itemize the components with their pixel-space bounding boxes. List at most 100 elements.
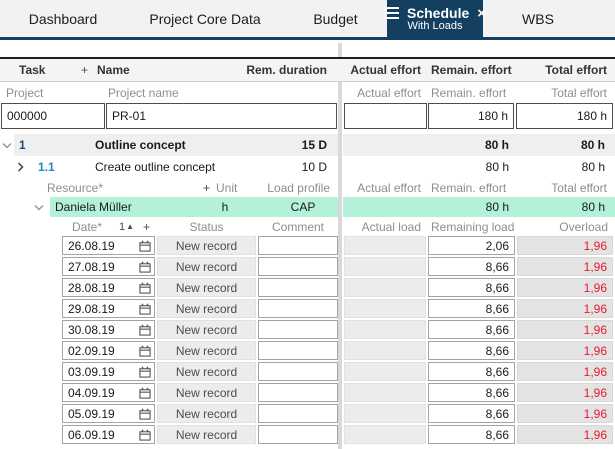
status-cell: New record <box>157 320 256 339</box>
overload-cell: 1,96 <box>517 236 613 255</box>
task-1-1-wbs[interactable]: 1.1 <box>33 156 77 178</box>
remaining-load-field[interactable]: 8,66 <box>428 425 515 444</box>
remaining-load-field[interactable]: 8,66 <box>428 278 515 297</box>
calendar-icon[interactable] <box>139 303 151 315</box>
remaining-load-field[interactable]: 8,66 <box>428 341 515 360</box>
comment-field[interactable] <box>258 362 338 381</box>
col-header-project-name: Project name <box>108 85 179 100</box>
date-field[interactable]: 27.08.19 <box>62 257 155 276</box>
col-header-comment: Comment <box>271 219 324 234</box>
tab-wbs-label: WBS <box>522 10 554 27</box>
task-1-total-effort[interactable]: 80 h <box>516 134 610 156</box>
expand-task-1-1-icon[interactable] <box>17 156 29 178</box>
date-value: 06.09.19 <box>68 427 115 442</box>
overload-cell: 1,96 <box>517 299 613 318</box>
comment-field[interactable] <box>258 299 338 318</box>
project-remain-effort-field[interactable]: 180 h <box>428 103 514 129</box>
date-field[interactable]: 05.09.19 <box>62 404 155 423</box>
task-1-1-remain-effort[interactable]: 80 h <box>428 156 514 178</box>
date-value: 03.09.19 <box>68 364 115 379</box>
col-header-date: Date* <box>72 219 103 234</box>
sort-indicator[interactable]: 1 ▲ <box>119 217 143 236</box>
hamburger-menu-icon[interactable] <box>384 7 399 19</box>
task-1-remain-effort[interactable]: 80 h <box>428 134 514 156</box>
collapse-resource-icon[interactable] <box>34 197 48 217</box>
load-row: 30.08.19 New record 8,66 1,96 <box>0 320 615 339</box>
tab-schedule-active[interactable]: Schedule × With Loads <box>384 0 486 40</box>
project-name-field[interactable]: PR-01 <box>106 103 337 129</box>
task-1-1-total-effort[interactable]: 80 h <box>516 156 610 178</box>
project-id-field[interactable]: 000000 <box>1 103 105 129</box>
date-field[interactable]: 29.08.19 <box>62 299 155 318</box>
col-header-actual-effort-3: Actual effort <box>357 180 421 195</box>
col-header-total-effort[interactable]: Total effort <box>516 59 612 81</box>
actual-load-cell <box>344 278 426 297</box>
calendar-icon[interactable] <box>139 324 151 336</box>
add-load-column-icon[interactable]: + <box>143 217 157 236</box>
col-header-remain-effort[interactable]: Remain. effort <box>426 59 516 81</box>
date-field[interactable]: 28.08.19 <box>62 278 155 297</box>
comment-field[interactable] <box>258 257 338 276</box>
comment-field[interactable] <box>258 383 338 402</box>
calendar-icon[interactable] <box>139 282 151 294</box>
calendar-icon[interactable] <box>139 429 151 441</box>
project-total-effort-field[interactable]: 180 h <box>516 103 613 129</box>
resource-unit[interactable]: h <box>200 197 250 217</box>
status-cell: New record <box>157 341 256 360</box>
resource-remain-effort[interactable]: 80 h <box>428 197 514 217</box>
comment-field[interactable] <box>258 404 338 423</box>
overload-cell: 1,96 <box>517 404 613 423</box>
project-actual-effort-field[interactable] <box>344 103 427 129</box>
status-cell: New record <box>157 257 256 276</box>
tab-wbs[interactable]: WBS <box>483 0 593 37</box>
date-field[interactable]: 04.09.19 <box>62 383 155 402</box>
date-value: 26.08.19 <box>68 238 115 253</box>
comment-field[interactable] <box>258 320 338 339</box>
remaining-load-field[interactable]: 8,66 <box>428 299 515 318</box>
task-1-name[interactable]: Outline concept <box>90 134 230 156</box>
date-field[interactable]: 26.08.19 <box>62 236 155 255</box>
calendar-icon[interactable] <box>139 345 151 357</box>
task-1-1-rem-duration[interactable]: 10 D <box>230 156 332 178</box>
date-field[interactable]: 30.08.19 <box>62 320 155 339</box>
date-value: 27.08.19 <box>68 259 115 274</box>
task-1-wbs[interactable]: 1 <box>14 134 54 156</box>
resource-name[interactable]: Daniela Müller <box>50 197 180 217</box>
col-header-name[interactable]: Name <box>92 59 192 81</box>
resource-load-profile[interactable]: CAP <box>272 197 334 217</box>
task-1-1-name[interactable]: Create outline concept <box>90 156 250 178</box>
resource-total-effort[interactable]: 80 h <box>516 197 610 217</box>
tab-dashboard[interactable]: Dashboard <box>0 0 126 37</box>
add-resource-column-icon[interactable]: + <box>198 178 212 197</box>
calendar-icon[interactable] <box>139 408 151 420</box>
comment-field[interactable] <box>258 278 338 297</box>
remaining-load-field[interactable]: 8,66 <box>428 383 515 402</box>
add-column-icon[interactable]: + <box>76 59 92 81</box>
calendar-icon[interactable] <box>139 261 151 273</box>
status-cell: New record <box>157 383 256 402</box>
remaining-load-field[interactable]: 2,06 <box>428 236 515 255</box>
col-header-actual-effort[interactable]: Actual effort <box>344 59 426 81</box>
calendar-icon[interactable] <box>139 387 151 399</box>
task-header-row: Task + Name Rem. duration Actual effort … <box>0 59 615 81</box>
overload-cell: 1,96 <box>517 278 613 297</box>
tab-dashboard-label: Dashboard <box>28 10 98 27</box>
col-header-task[interactable]: Task <box>14 59 78 81</box>
calendar-icon[interactable] <box>139 366 151 378</box>
remaining-load-field[interactable]: 8,66 <box>428 320 515 339</box>
date-field[interactable]: 06.09.19 <box>62 425 155 444</box>
date-field[interactable]: 03.09.19 <box>62 362 155 381</box>
remaining-load-field[interactable]: 8,66 <box>428 362 515 381</box>
task-1-rem-duration[interactable]: 15 D <box>230 134 332 156</box>
remaining-load-field[interactable]: 8,66 <box>428 257 515 276</box>
remaining-load-field[interactable]: 8,66 <box>428 404 515 423</box>
tab-budget[interactable]: Budget <box>284 0 387 37</box>
calendar-icon[interactable] <box>139 240 151 252</box>
actual-load-cell <box>344 320 426 339</box>
comment-field[interactable] <box>258 341 338 360</box>
comment-field[interactable] <box>258 425 338 444</box>
comment-field[interactable] <box>258 236 338 255</box>
col-header-rem-duration[interactable]: Rem. duration <box>230 59 332 81</box>
date-field[interactable]: 02.09.19 <box>62 341 155 360</box>
tab-project-core-data[interactable]: Project Core Data <box>126 0 284 37</box>
